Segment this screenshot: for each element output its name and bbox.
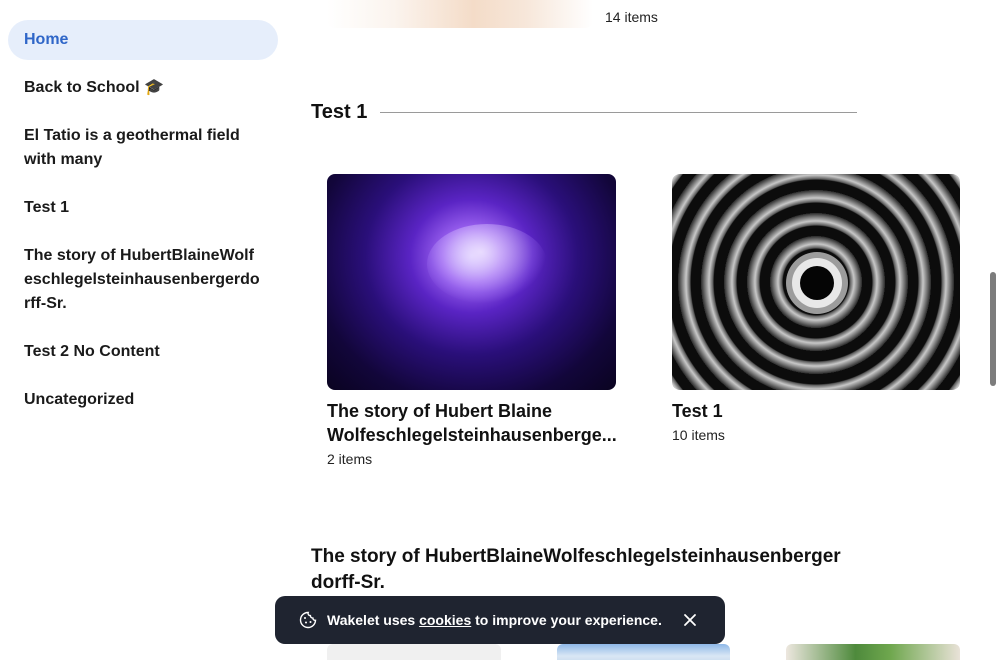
sidebar-item-label: Uncategorized [24, 391, 135, 408]
graduation-cap-icon: 🎓 [144, 79, 164, 96]
collection-card[interactable]: Test 1 10 items [672, 174, 960, 443]
card-thumbnail[interactable] [557, 644, 730, 660]
sidebar-item-label: El Tatio is a geothermal field with many [24, 127, 240, 168]
section-divider [380, 112, 857, 113]
tunnel-center [800, 266, 834, 300]
orb-highlight [427, 224, 547, 304]
app-root: Home Back to School 🎓 El Tatio is a geot… [0, 0, 1000, 660]
sidebar-item-label: Test 2 No Content [24, 343, 160, 360]
card-thumbnail[interactable] [327, 174, 616, 390]
sidebar-item-home[interactable]: Home [8, 20, 278, 60]
sidebar: Home Back to School 🎓 El Tatio is a geot… [0, 0, 290, 660]
card-item-count: 10 items [672, 427, 725, 443]
sidebar-item-label: Back to School [24, 79, 140, 96]
sidebar-item-back-to-school[interactable]: Back to School 🎓 [8, 76, 278, 100]
scrollbar-thumb[interactable] [990, 272, 996, 386]
card-thumbnail[interactable] [672, 174, 960, 390]
card-item-count: 2 items [327, 451, 373, 467]
sidebar-item-el-tatio[interactable]: El Tatio is a geothermal field with many [8, 124, 278, 172]
card-item-count: 14 items [605, 9, 658, 25]
card-thumbnail[interactable] [786, 644, 960, 660]
cookie-icon [299, 611, 317, 629]
sidebar-item-test-2[interactable]: Test 2 No Content [8, 340, 278, 364]
cookies-link[interactable]: cookies [419, 612, 471, 628]
card-title[interactable]: The story of Hubert Blaine Wolfeschlegel… [327, 399, 617, 447]
scrollbar[interactable] [990, 0, 998, 660]
sidebar-item-story-hubert[interactable]: The story of HubertBlaineWolfeschlegelst… [8, 244, 278, 316]
collection-card[interactable]: The story of Hubert Blaine Wolfeschlegel… [327, 174, 617, 467]
close-icon[interactable] [682, 612, 698, 628]
sidebar-item-uncategorized[interactable]: Uncategorized [8, 388, 278, 412]
section-title: The story of HubertBlaineWolfeschlegelst… [311, 546, 841, 593]
card-thumbnail[interactable] [327, 0, 593, 28]
sidebar-item-test-1[interactable]: Test 1 [8, 196, 278, 220]
card-thumbnail[interactable] [327, 644, 501, 660]
sidebar-item-label: Home [24, 31, 69, 48]
cookie-text-prefix: Wakelet uses [327, 612, 420, 628]
sidebar-item-label: Test 1 [24, 199, 70, 216]
main-content: 14 items Test 1 The story of Hubert Blai… [290, 0, 990, 660]
cookie-banner: Wakelet uses cookies to improve your exp… [275, 596, 725, 644]
cookie-text-suffix: to improve your experience. [471, 612, 662, 628]
sidebar-item-label: The story of HubertBlaineWolfeschlegelst… [24, 247, 260, 312]
card-title[interactable]: Test 1 [672, 399, 960, 423]
section-title: Test 1 [311, 101, 368, 123]
